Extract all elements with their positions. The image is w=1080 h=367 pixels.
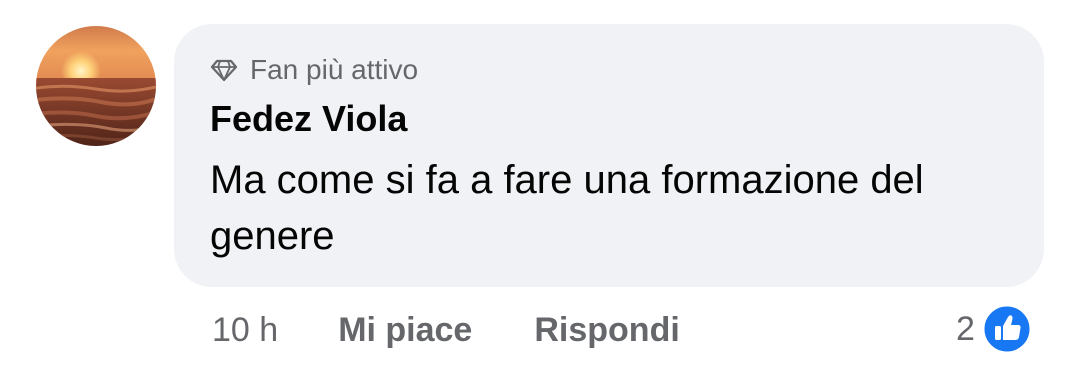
sunset-sea-avatar [36, 26, 156, 146]
top-fan-badge: Fan più attivo [210, 54, 418, 86]
diamond-icon [210, 59, 238, 82]
comment-bubble: Fan più attivo Fedez Viola Ma come si fa… [174, 24, 1044, 287]
author-name[interactable]: Fedez Viola [210, 98, 407, 140]
reply-button[interactable]: Rispondi [534, 308, 679, 352]
avatar[interactable] [36, 26, 156, 146]
reactions-summary[interactable]: 2 [956, 303, 1033, 355]
comment-text: Ma come si fa a fare una formazione del … [210, 158, 924, 258]
like-button[interactable]: Mi piace [338, 308, 472, 352]
thumbs-up-icon [981, 303, 1033, 355]
badge-label: Fan più attivo [250, 54, 419, 85]
timestamp[interactable]: 10 h [212, 308, 278, 352]
comment-actions: 10 h Mi piace Rispondi [212, 308, 680, 352]
comment: Fan più attivo Fedez Viola Ma come si fa… [0, 0, 1080, 367]
reaction-count: 2 [956, 310, 975, 348]
